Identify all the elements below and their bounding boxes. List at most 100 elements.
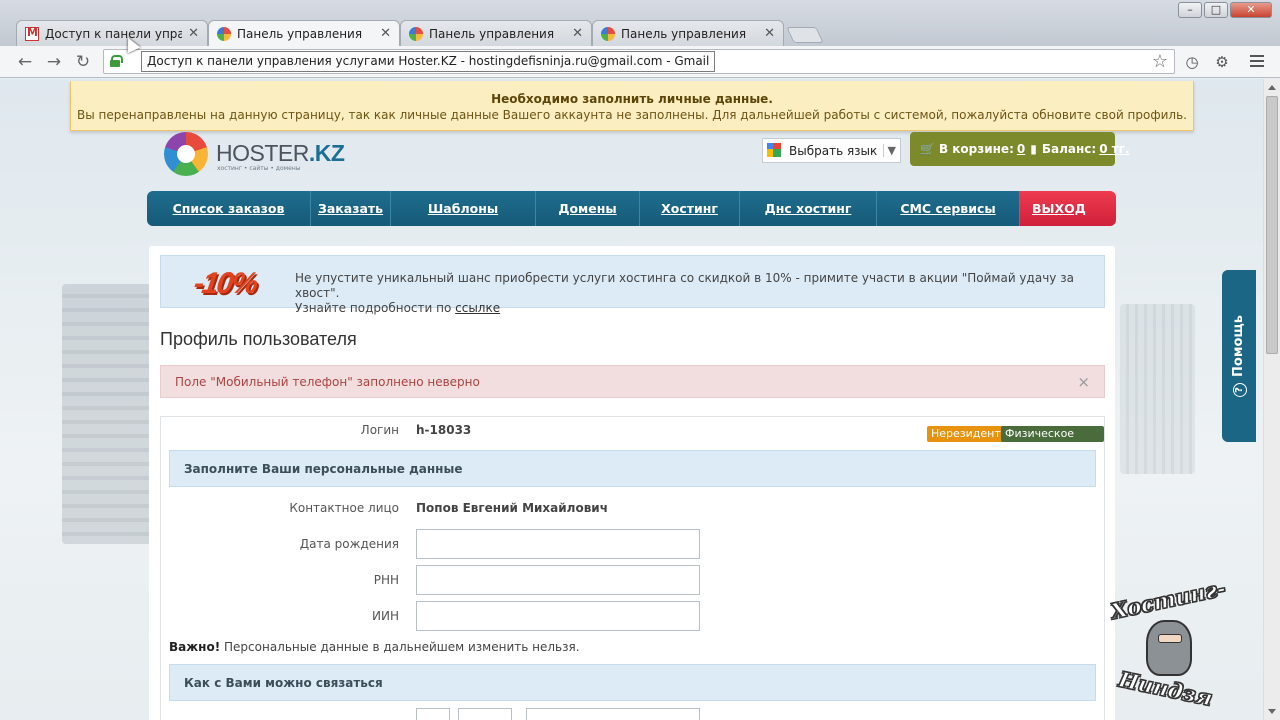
bookmark-star-icon[interactable]: ☆ — [1152, 51, 1168, 72]
tab-label: Панель управления — [429, 26, 555, 41]
rnn-input[interactable] — [416, 565, 700, 595]
logout-button[interactable]: Выход — [1020, 191, 1116, 226]
tab-control-panel-2[interactable]: Панель управления ✕ — [400, 20, 592, 46]
nav-order[interactable]: Заказать — [311, 191, 391, 226]
promo-details-link[interactable]: ссылке — [455, 301, 500, 315]
page-title: Профиль пользователя — [160, 329, 357, 349]
help-question-icon: ? — [1233, 382, 1247, 397]
tab-label: Доступ к панели управле — [45, 26, 183, 41]
phone-area-code-input[interactable] — [458, 708, 512, 720]
language-select[interactable]: Выбрать язык ▼ — [762, 138, 901, 163]
nav-sms-services[interactable]: СМС сервисы — [877, 191, 1020, 226]
main-content: -10% Не упустите уникальный шанс приобре… — [149, 246, 1115, 720]
hoster-icon — [409, 26, 423, 41]
nav-domains[interactable]: Домены — [536, 191, 640, 226]
language-label: Выбрать язык — [789, 143, 878, 158]
menu-icon[interactable] — [1250, 55, 1264, 67]
balance-link[interactable]: 0 тг. — [1099, 142, 1129, 156]
contact-person-label: Контактное лицо — [289, 501, 399, 515]
promo-line-2: Узнайте подробности по ссылке — [295, 301, 501, 315]
birthdate-input[interactable] — [416, 529, 700, 559]
tab-gmail[interactable]: Доступ к панели управле ✕ — [16, 20, 208, 46]
cart-count-link[interactable]: 0 — [1017, 142, 1025, 156]
tab-label: Панель управления — [621, 26, 747, 41]
section-personal-data: Заполните Ваши персональные данные — [169, 450, 1096, 487]
discount-badge: -10% — [191, 267, 259, 300]
extension-icon[interactable]: ⚙ — [1213, 53, 1231, 71]
cart-label: В корзине: — [938, 142, 1014, 156]
forward-arrow-icon[interactable]: → — [44, 52, 64, 72]
error-alert: Поле "Мобильный телефон" заполнено невер… — [160, 365, 1105, 398]
nav-hosting[interactable]: Хостинг — [640, 191, 740, 226]
section-contact: Как с Вами можно связаться — [169, 664, 1096, 701]
logo-name: HOSTER.KZ — [216, 140, 345, 166]
phone-number-input[interactable] — [526, 708, 700, 720]
background-server-image — [62, 284, 152, 544]
gmail-icon — [25, 26, 39, 41]
login-value: h-18033 — [416, 423, 472, 437]
maximize-button[interactable]: □ — [1204, 2, 1228, 18]
nav-templates[interactable]: Шаблоны — [391, 191, 536, 226]
close-icon[interactable]: ✕ — [188, 26, 199, 41]
notice-text: Вы перенаправлены на данную страницу, та… — [77, 108, 1187, 122]
window-controls: – □ ✕ — [1178, 2, 1272, 18]
close-icon[interactable]: ✕ — [764, 26, 775, 41]
important-note: Важно! Персональные данные в дальнейшем … — [169, 640, 580, 654]
notice-title: Необходимо заполнить личные данные. — [491, 92, 773, 106]
tab-tooltip: Доступ к панели управления услугами Host… — [141, 51, 716, 72]
background-server-image — [1120, 304, 1195, 474]
promo-banner: -10% Не упустите уникальный шанс приобре… — [160, 255, 1105, 315]
scroll-up-icon[interactable] — [1268, 85, 1276, 90]
nonresident-badge: Нерезидент — [927, 426, 1005, 442]
cart-balance-panel: 🛒 В корзине: 0 ▮ Баланс: 0 тг. — [910, 132, 1130, 166]
login-label: Логин — [360, 423, 399, 437]
rnn-label: РНН — [373, 573, 399, 587]
promo-line-1: Не упустите уникальный шанс приобрести у… — [295, 271, 1074, 300]
tab-control-panel-3[interactable]: Панель управления ✕ — [592, 20, 784, 46]
phone-country-code-input[interactable] — [416, 708, 450, 720]
nav-orders[interactable]: Список заказов — [147, 191, 311, 226]
balance-label: Баланс: — [1041, 142, 1097, 156]
help-label: ?Помощь — [1231, 315, 1247, 397]
lock-icon — [110, 55, 123, 67]
help-tab[interactable]: ?Помощь — [1222, 270, 1256, 442]
wallet-icon: ▮ — [1030, 142, 1037, 156]
back-arrow-icon[interactable]: ← — [15, 52, 35, 72]
dropdown-arrow-icon: ▼ — [882, 144, 896, 157]
nav-dns-hosting[interactable]: Днс хостинг — [740, 191, 877, 226]
reload-icon[interactable]: ↻ — [73, 52, 93, 72]
logo-tagline: хостинг • сайты • домены — [217, 165, 301, 172]
new-tab-button[interactable] — [786, 27, 824, 43]
main-navigation: Список заказов Заказать Шаблоны Домены Х… — [147, 191, 1116, 226]
profile-notice-banner: Необходимо заполнить личные данные. Вы п… — [70, 81, 1194, 131]
clock-extension-icon[interactable]: ◷ — [1183, 53, 1201, 71]
birthdate-label: Дата рождения — [299, 537, 399, 551]
hoster-logo[interactable]: HOSTER.KZ хостинг • сайты • домены — [164, 130, 345, 176]
scrollbar-thumb[interactable] — [1266, 96, 1278, 354]
close-icon[interactable]: ✕ — [380, 26, 391, 41]
close-icon[interactable]: × — [1077, 373, 1090, 391]
cart-icon: 🛒 — [920, 142, 935, 156]
page-scrollbar[interactable] — [1263, 79, 1280, 720]
tab-control-panel-active[interactable]: Панель управления ✕ — [208, 20, 400, 46]
ninja-icon — [1146, 620, 1192, 676]
iin-label: ИИН — [372, 609, 399, 623]
iin-input[interactable] — [416, 601, 700, 631]
minimize-button[interactable]: – — [1178, 2, 1202, 18]
watermark-line-1: Хостинг- — [1108, 575, 1228, 625]
google-translate-icon — [767, 142, 783, 159]
error-text: Поле "Мобильный телефон" заполнено невер… — [175, 375, 480, 389]
contact-person-value: Попов Евгений Михайлович — [416, 501, 608, 515]
page-viewport: Необходимо заполнить личные данные. Вы п… — [0, 79, 1263, 720]
browser-titlebar: Доступ к панели управле ✕ Панель управле… — [0, 0, 1280, 46]
hoster-logo-icon — [164, 132, 208, 176]
promo-text: Не упустите уникальный шанс приобрести у… — [295, 271, 1104, 316]
window-close-button[interactable]: ✕ — [1230, 2, 1272, 18]
hoster-icon — [601, 26, 615, 41]
scroll-down-icon[interactable] — [1268, 709, 1276, 714]
tab-label: Панель управления — [237, 26, 363, 41]
individual-badge: Физическое лицо — [1001, 426, 1104, 453]
close-icon[interactable]: ✕ — [572, 26, 583, 41]
hoster-icon — [217, 26, 231, 41]
profile-form: Логин h-18033 Нерезидент Физическое лицо… — [160, 416, 1105, 720]
